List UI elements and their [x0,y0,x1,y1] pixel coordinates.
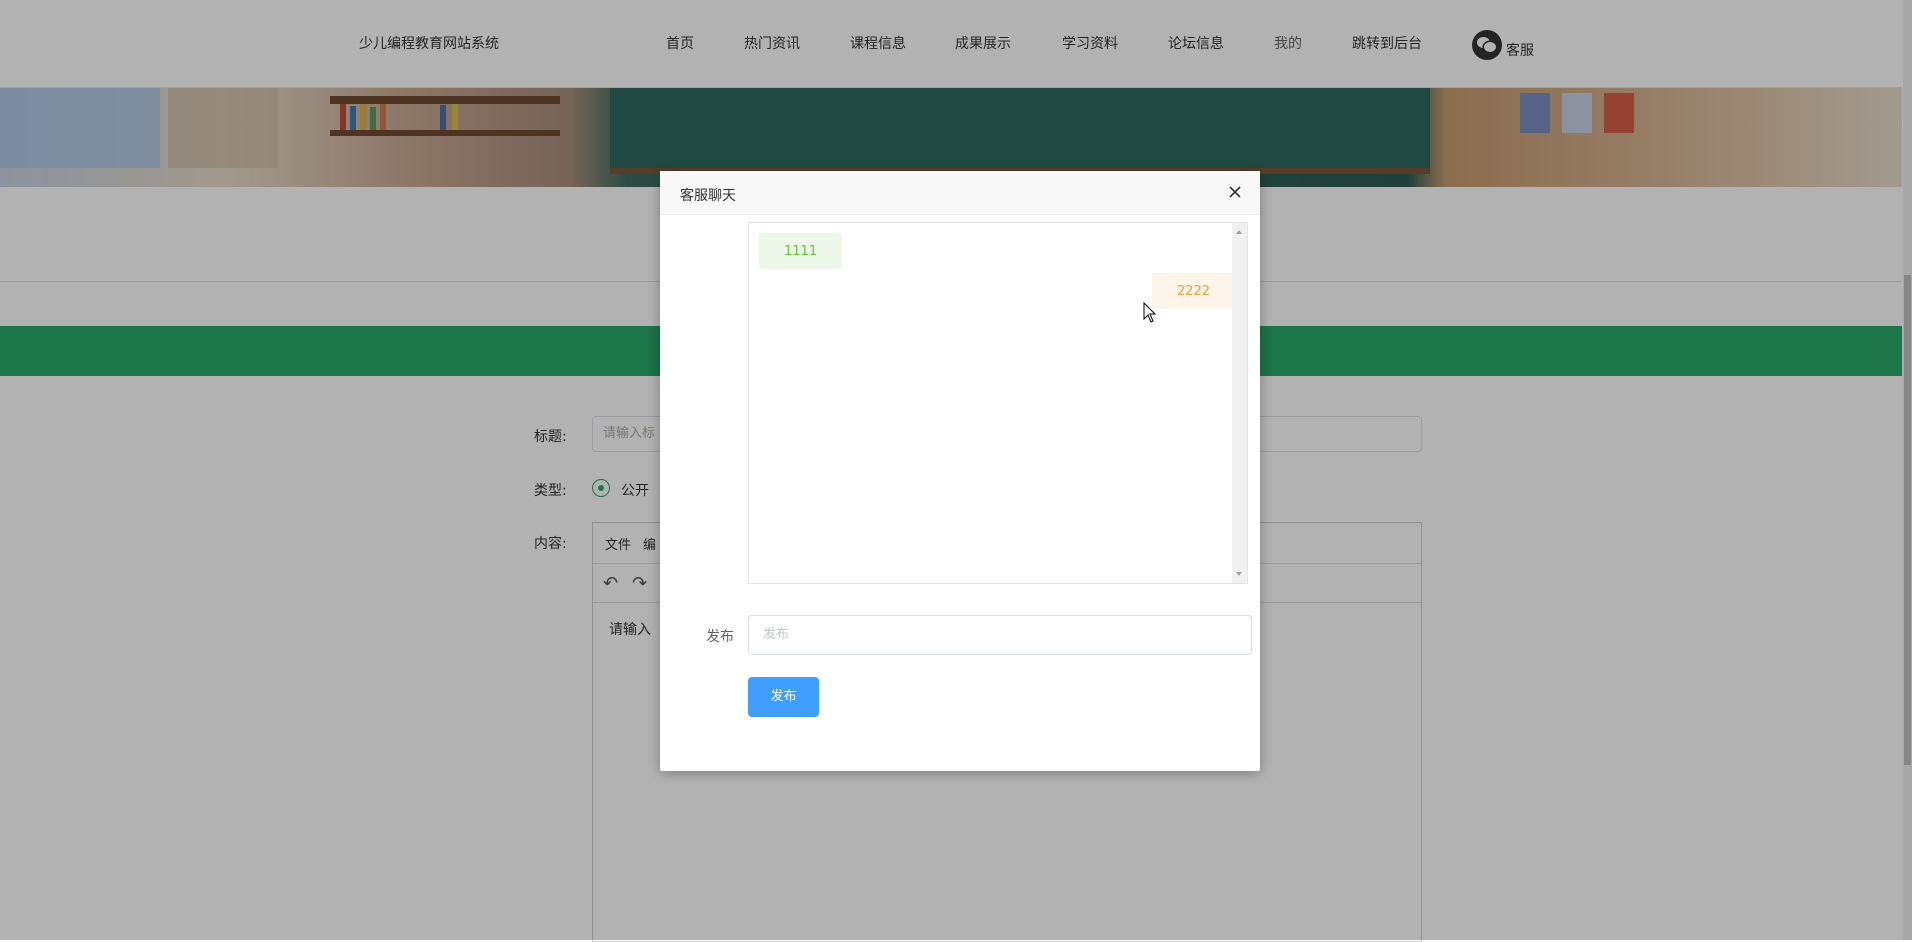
mouse-cursor-icon [1143,302,1157,323]
publish-input[interactable]: 发布 [748,615,1252,655]
publish-label: 发布 [706,629,734,645]
close-icon[interactable] [1224,181,1246,203]
chat-message-right: 2222 [1151,273,1235,309]
publish-button[interactable]: 发布 [748,677,819,717]
dialog-header: 客服聊天 [660,171,1260,215]
chat-message-list[interactable]: 1111 2222 [748,222,1248,584]
chat-message-left: 1111 [759,233,843,269]
chat-dialog: 客服聊天 1111 2222 发布 发布 发布 [660,171,1260,771]
scroll-down-icon[interactable] [1236,572,1242,576]
chat-scrollbar[interactable] [1232,223,1247,583]
dialog-title: 客服聊天 [680,188,736,204]
scroll-up-icon[interactable] [1236,230,1242,234]
